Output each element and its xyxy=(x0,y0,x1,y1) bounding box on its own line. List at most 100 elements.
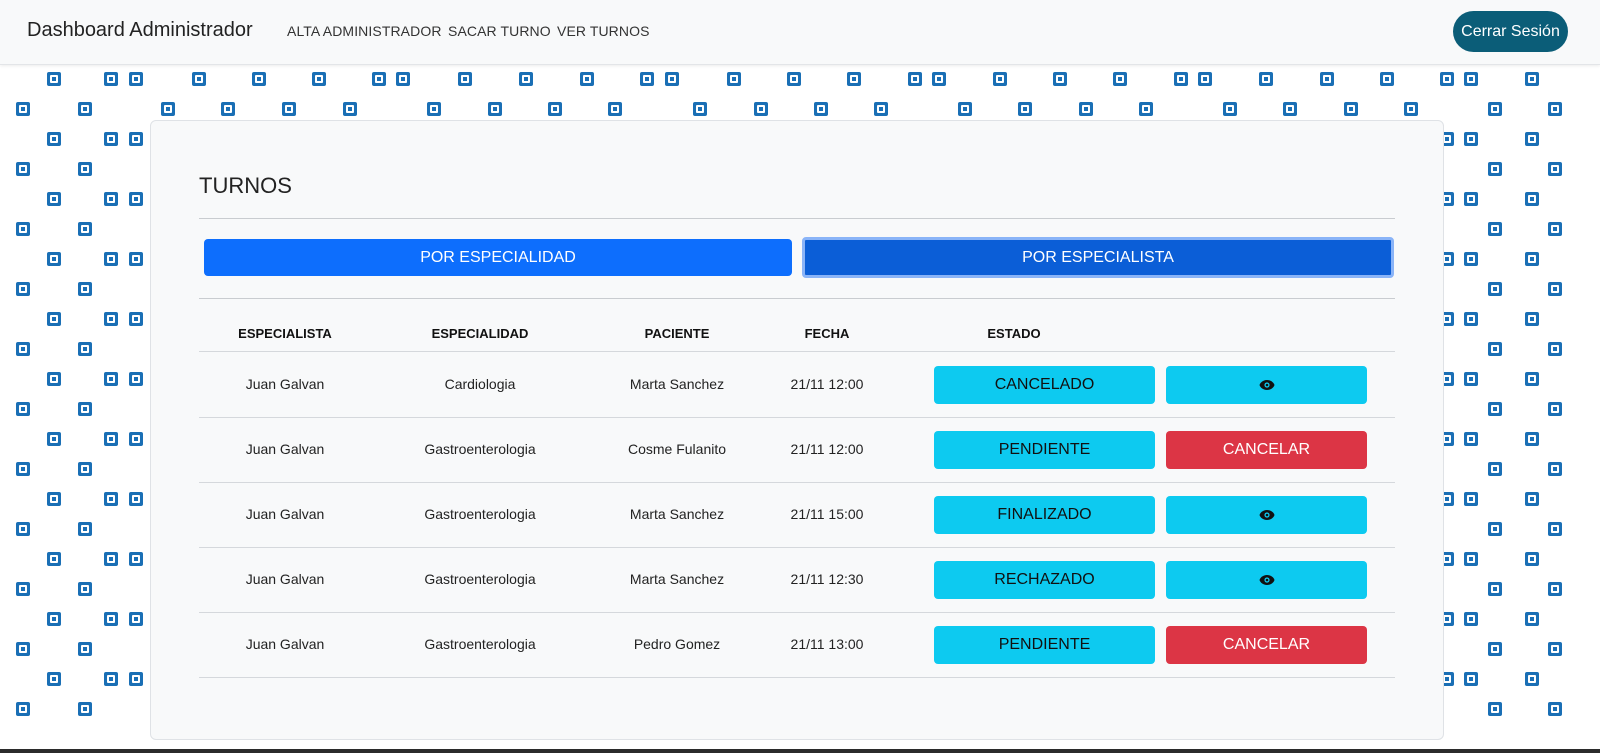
cross-pattern-icon xyxy=(47,132,61,146)
cell-especialista: Juan Galvan xyxy=(245,571,325,587)
cross-pattern-icon xyxy=(129,672,143,686)
cell-especialidad: Gastroenterologia xyxy=(424,506,536,522)
cross-pattern-icon xyxy=(1488,582,1502,596)
estado-button[interactable]: FINALIZADO xyxy=(934,496,1155,534)
cross-pattern-icon xyxy=(129,492,143,506)
cell-especialista: Juan Galvan xyxy=(245,506,325,522)
cross-pattern-icon xyxy=(1525,612,1539,626)
tab-por-especialista[interactable]: POR ESPECIALISTA xyxy=(802,237,1394,278)
cross-pattern-icon xyxy=(129,192,143,206)
cross-pattern-icon xyxy=(1259,72,1273,86)
cross-pattern-icon xyxy=(282,102,296,116)
cross-pattern-icon xyxy=(104,552,118,566)
cross-pattern-icon xyxy=(104,192,118,206)
header-especialidad: ESPECIALIDAD xyxy=(431,326,529,341)
cross-pattern-icon xyxy=(1464,312,1478,326)
table-row: Juan Galvan Cardiologia Marta Sanchez 21/11… xyxy=(199,352,1395,418)
estado-button[interactable]: CANCELADO xyxy=(934,366,1155,404)
cell-especialidad: Gastroenterologia xyxy=(424,571,536,587)
estado-button[interactable]: RECHAZADO xyxy=(934,561,1155,599)
cross-pattern-icon xyxy=(1548,102,1562,116)
cross-pattern-icon xyxy=(1488,102,1502,116)
cross-pattern-icon xyxy=(1464,132,1478,146)
cross-pattern-icon xyxy=(727,72,741,86)
cross-pattern-icon xyxy=(1198,72,1212,86)
cross-pattern-icon xyxy=(343,102,357,116)
cell-fecha: 21/11 15:00 xyxy=(790,506,864,522)
cross-pattern-icon xyxy=(1548,642,1562,656)
cross-pattern-icon xyxy=(1139,102,1153,116)
header-especialista: ESPECIALISTA xyxy=(238,326,332,341)
cross-pattern-icon xyxy=(47,312,61,326)
cross-pattern-icon xyxy=(312,72,326,86)
cross-pattern-icon xyxy=(1464,492,1478,506)
cross-pattern-icon xyxy=(78,462,92,476)
cross-pattern-icon xyxy=(129,252,143,266)
table-row: Juan Galvan Gastroenterologia Cosme Fulani… xyxy=(199,417,1395,483)
cross-pattern-icon xyxy=(16,462,30,476)
cross-pattern-icon xyxy=(548,102,562,116)
cross-pattern-icon xyxy=(1079,102,1093,116)
cross-pattern-icon xyxy=(129,372,143,386)
cross-pattern-icon xyxy=(1548,222,1562,236)
eye-icon xyxy=(1259,510,1274,520)
cross-pattern-icon xyxy=(16,342,30,356)
cross-pattern-icon xyxy=(693,102,707,116)
cross-pattern-icon xyxy=(47,492,61,506)
cross-pattern-icon xyxy=(47,372,61,386)
cell-fecha: 21/11 12:00 xyxy=(790,441,864,457)
view-button[interactable] xyxy=(1166,496,1367,534)
cross-pattern-icon xyxy=(427,102,441,116)
estado-button[interactable]: PENDIENTE xyxy=(934,626,1155,664)
cross-pattern-icon xyxy=(1488,702,1502,716)
cross-pattern-icon xyxy=(47,612,61,626)
cell-especialista: Juan Galvan xyxy=(245,441,325,457)
brand-title[interactable]: Dashboard Administrador xyxy=(27,19,253,42)
cross-pattern-icon xyxy=(665,72,679,86)
navbar: Dashboard Administrador ALTA ADMINISTRAD… xyxy=(0,0,1600,65)
cross-pattern-icon xyxy=(104,612,118,626)
cross-pattern-icon xyxy=(1464,252,1478,266)
cancelar-button[interactable]: CANCELAR xyxy=(1166,626,1367,664)
estado-button[interactable]: PENDIENTE xyxy=(934,431,1155,469)
cross-pattern-icon xyxy=(78,102,92,116)
cross-pattern-icon xyxy=(1525,312,1539,326)
cross-pattern-icon xyxy=(161,102,175,116)
cross-pattern-icon xyxy=(78,702,92,716)
eye-icon xyxy=(1259,575,1274,585)
view-button[interactable] xyxy=(1166,366,1367,404)
cancelar-button[interactable]: CANCELAR xyxy=(1166,431,1367,469)
cross-pattern-icon xyxy=(104,72,118,86)
cross-pattern-icon xyxy=(787,72,801,86)
cross-pattern-icon xyxy=(1488,522,1502,536)
cross-pattern-icon xyxy=(1525,132,1539,146)
cross-pattern-icon xyxy=(1548,702,1562,716)
cross-pattern-icon xyxy=(78,162,92,176)
cell-fecha: 21/11 12:30 xyxy=(790,571,864,587)
table-row: Juan Galvan Gastroenterologia Marta Sanche… xyxy=(199,482,1395,548)
nav-ver-turnos[interactable]: VER TURNOS xyxy=(557,23,650,39)
cross-pattern-icon xyxy=(1548,342,1562,356)
cross-pattern-icon xyxy=(1525,372,1539,386)
cross-pattern-icon xyxy=(16,582,30,596)
nav-alta-administrador[interactable]: ALTA ADMINISTRADOR xyxy=(287,23,442,39)
cross-pattern-icon xyxy=(1488,642,1502,656)
cell-especialidad: Gastroenterologia xyxy=(424,636,536,652)
cross-pattern-icon xyxy=(129,312,143,326)
cross-pattern-icon xyxy=(608,102,622,116)
header-fecha: FECHA xyxy=(804,326,850,341)
cross-pattern-icon xyxy=(958,102,972,116)
nav-sacar-turno[interactable]: SACAR TURNO xyxy=(448,23,551,39)
cross-pattern-icon xyxy=(1464,192,1478,206)
bottom-border xyxy=(0,749,1600,753)
logout-button[interactable]: Cerrar Sesión xyxy=(1453,11,1568,52)
cross-pattern-icon xyxy=(1320,72,1334,86)
cross-pattern-icon xyxy=(372,72,386,86)
cell-especialista: Juan Galvan xyxy=(245,376,325,392)
cell-paciente: Marta Sanchez xyxy=(629,571,725,587)
cross-pattern-icon xyxy=(1548,402,1562,416)
divider xyxy=(199,218,1395,219)
cross-pattern-icon xyxy=(396,72,410,86)
view-button[interactable] xyxy=(1166,561,1367,599)
tab-por-especialidad[interactable]: POR ESPECIALIDAD xyxy=(204,239,792,276)
